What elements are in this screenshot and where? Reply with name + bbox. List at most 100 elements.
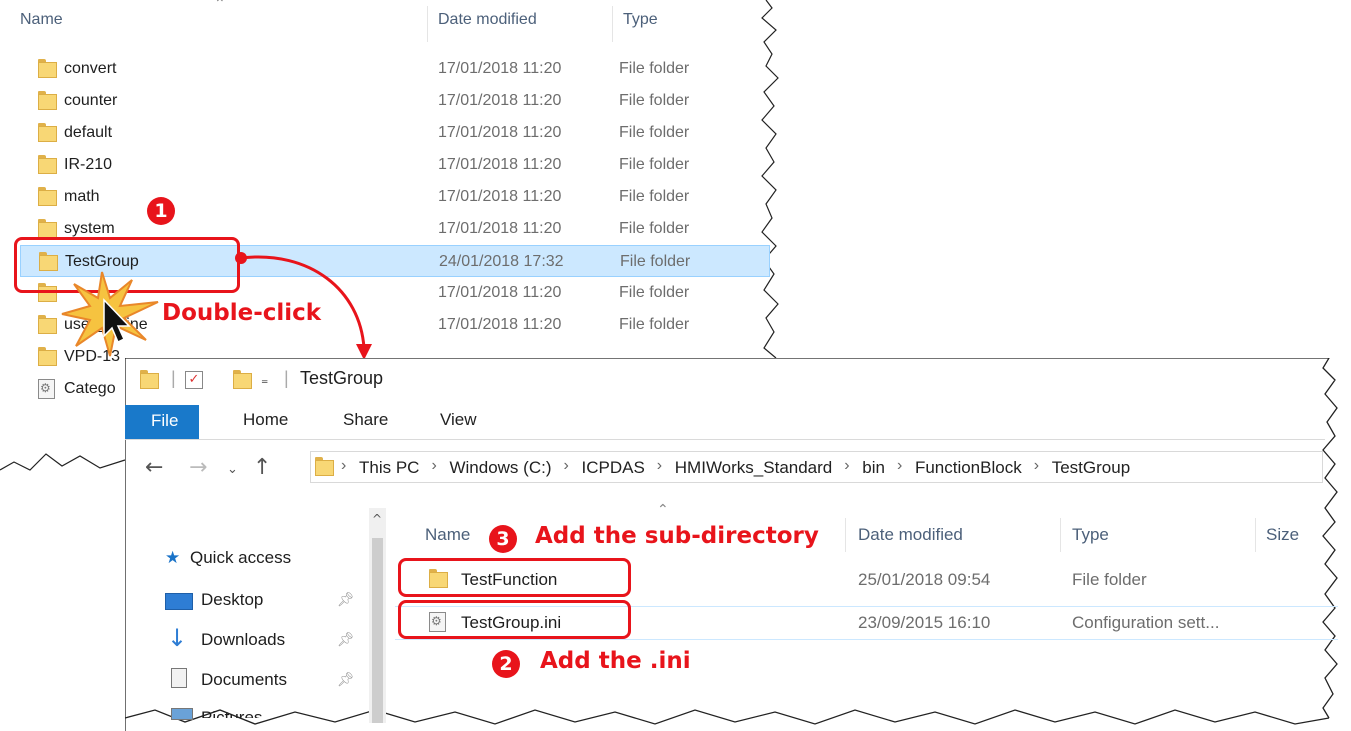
column-header-name[interactable]: Name — [20, 11, 63, 29]
breadcrumb-item[interactable]: Windows (C:) — [449, 458, 551, 478]
date-modified: 25/01/2018 09:54 — [858, 570, 991, 589]
folder-icon — [38, 347, 57, 371]
tab-home[interactable]: Home — [243, 410, 288, 430]
breadcrumb-item[interactable]: FunctionBlock — [915, 458, 1022, 478]
date-modified: 23/09/2015 16:10 — [858, 613, 991, 632]
file-type: File folder — [619, 92, 690, 109]
pin-icon[interactable]: 📌︎ — [337, 632, 355, 648]
column-header-size[interactable]: Size — [1266, 525, 1299, 545]
list-item[interactable]: IR-210 17/01/2018 11:20 File folder — [20, 149, 770, 181]
add-subdirectory-label: Add the sub-directory — [535, 523, 819, 549]
forward-arrow-icon[interactable]: → — [189, 455, 207, 480]
date-modified: 17/01/2018 11:20 — [438, 188, 562, 205]
pin-icon[interactable]: 📌︎ — [337, 592, 355, 608]
date-modified: 17/01/2018 11:20 — [438, 92, 562, 109]
sort-caret-icon: ⌃ — [657, 502, 669, 518]
header-divider — [845, 518, 846, 552]
file-tab[interactable]: File — [125, 405, 199, 439]
config-file-icon — [38, 379, 55, 404]
column-header-name[interactable]: Name — [425, 525, 470, 545]
breadcrumb-item[interactable]: TestGroup — [1052, 458, 1130, 478]
date-modified: 17/01/2018 11:20 — [438, 316, 562, 333]
chevron-right-icon[interactable]: › — [897, 457, 902, 475]
nav-scrollbar[interactable]: ^ — [369, 508, 386, 723]
ribbon-divider — [125, 439, 1325, 440]
sort-caret-icon: ⌃ — [214, 0, 226, 12]
breadcrumb-item[interactable]: This PC — [359, 458, 419, 478]
date-modified: 17/01/2018 11:20 — [438, 220, 562, 237]
folder-icon — [38, 315, 57, 339]
date-modified: 17/01/2018 11:20 — [438, 60, 562, 77]
document-icon — [171, 668, 187, 688]
testgroup-ini-callout — [398, 600, 631, 639]
file-name: convert — [64, 60, 117, 77]
date-modified: 17/01/2018 11:20 — [438, 156, 562, 173]
pin-icon[interactable]: 📌︎ — [337, 672, 355, 688]
step-2-badge: 2 — [492, 650, 520, 678]
column-header-type[interactable]: Type — [1072, 525, 1109, 545]
file-type: File folder — [619, 284, 690, 301]
properties-check-icon[interactable]: ✓ — [185, 371, 203, 389]
tab-share[interactable]: Share — [343, 410, 388, 430]
chevron-right-icon[interactable]: › — [1034, 457, 1039, 475]
up-arrow-icon[interactable]: ↑ — [253, 455, 271, 480]
star-icon: ★ — [165, 548, 181, 568]
flow-arrow — [235, 252, 372, 360]
folder-icon — [38, 59, 57, 83]
new-folder-icon[interactable] — [233, 370, 252, 394]
testfunction-callout — [398, 558, 631, 597]
list-item[interactable]: default 17/01/2018 11:20 File folder — [20, 117, 770, 149]
breadcrumb-item[interactable]: HMIWorks_Standard — [675, 458, 832, 478]
nav-desktop[interactable]: Desktop — [201, 590, 263, 610]
folder-icon — [38, 91, 57, 115]
chevron-right-icon[interactable]: › — [657, 457, 662, 475]
folder-icon — [38, 155, 57, 179]
file-name: math — [64, 188, 100, 205]
desktop-icon — [165, 593, 193, 610]
chevron-right-icon[interactable]: › — [341, 457, 346, 475]
recent-chevron-icon[interactable]: ⌄ — [227, 462, 238, 477]
back-arrow-icon[interactable]: ← — [145, 455, 163, 480]
window-title: TestGroup — [300, 368, 384, 388]
file-tab-label: File — [151, 411, 179, 430]
file-type: File folder — [620, 253, 691, 270]
step-3-badge: 3 — [489, 525, 517, 553]
file-type: File folder — [619, 316, 690, 333]
qat-dropdown-icon[interactable]: ₌ — [261, 372, 268, 388]
nav-documents[interactable]: Documents — [201, 670, 287, 690]
folder-icon — [38, 123, 57, 147]
list-item[interactable]: counter 17/01/2018 11:20 File folder — [20, 85, 770, 117]
date-modified: 17/01/2018 11:20 — [438, 284, 562, 301]
chevron-right-icon[interactable]: › — [563, 457, 568, 475]
step-1-badge: 1 — [147, 197, 175, 225]
chevron-right-icon[interactable]: › — [844, 457, 849, 475]
nav-quick-access[interactable]: Quick access — [190, 548, 291, 568]
pictures-icon — [171, 708, 193, 720]
column-header-date[interactable]: Date modified — [858, 525, 963, 545]
file-type: File folder — [619, 188, 690, 205]
list-item[interactable]: math 17/01/2018 11:20 File folder — [20, 181, 770, 213]
file-name: default — [64, 124, 113, 141]
nav-pictures[interactable]: Pictures — [201, 708, 262, 718]
nav-scroll-thumb[interactable] — [372, 538, 383, 723]
scroll-up-icon[interactable]: ^ — [372, 512, 382, 526]
address-bar[interactable]: › This PC › Windows (C:) › ICPDAS › HMIWorks_St… — [310, 451, 1323, 483]
file-name: IR-210 — [64, 156, 113, 173]
qat-separator: | — [171, 368, 176, 388]
click-burst-icon — [61, 271, 159, 357]
nav-downloads[interactable]: Downloads — [201, 630, 285, 650]
breadcrumb-item[interactable]: ICPDAS — [581, 458, 644, 478]
breadcrumb-item[interactable]: bin — [862, 458, 885, 478]
file-type: File folder — [619, 156, 690, 173]
date-modified: 24/01/2018 17:32 — [439, 253, 564, 270]
address-folder-icon — [315, 457, 334, 481]
list-item[interactable]: convert 17/01/2018 11:20 File folder — [20, 53, 770, 85]
download-arrow-icon: ↓ — [167, 624, 188, 652]
chevron-right-icon[interactable]: › — [431, 457, 436, 475]
column-header-date[interactable]: Date modified — [438, 11, 537, 29]
tab-view[interactable]: View — [440, 410, 477, 430]
qat-separator: | — [284, 368, 289, 388]
column-header-type[interactable]: Type — [623, 11, 658, 29]
date-modified: 17/01/2018 11:20 — [438, 124, 562, 141]
qat-folder-icon[interactable] — [140, 370, 159, 394]
